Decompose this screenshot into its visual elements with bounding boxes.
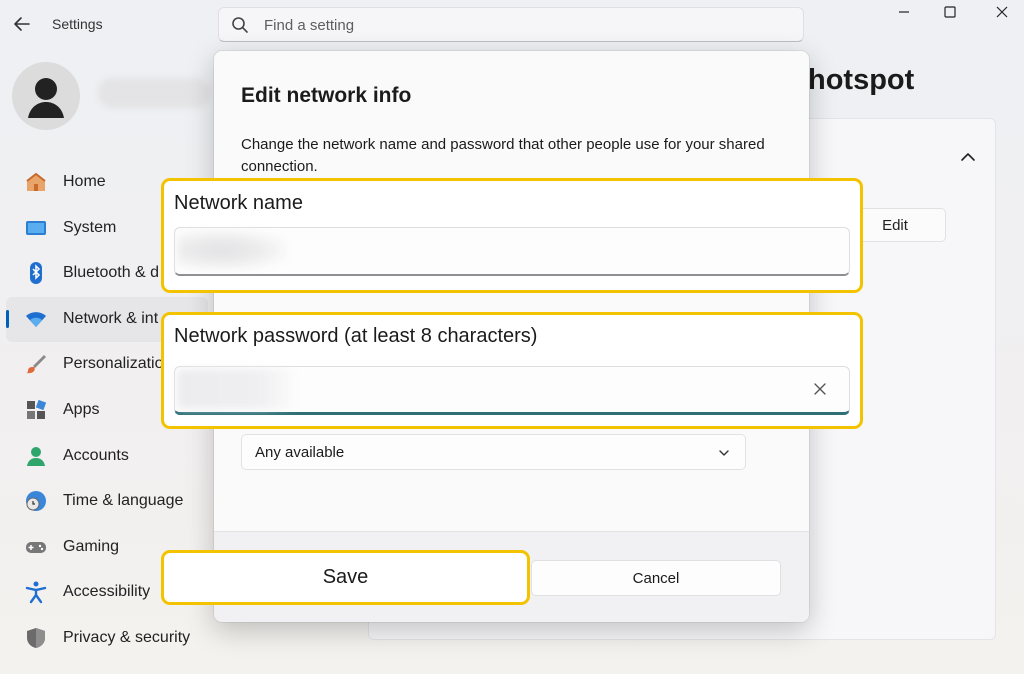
sidebar-item-label: Apps [63, 400, 100, 418]
network-name-callout: Network name [161, 178, 863, 293]
title-bar: Settings Find a setting [0, 0, 1024, 50]
accessibility-icon [24, 580, 48, 604]
system-icon [24, 216, 48, 240]
network-name-input[interactable] [174, 227, 850, 276]
app-title: Settings [52, 16, 103, 32]
bluetooth-icon [24, 261, 48, 285]
sidebar-item-label: Home [63, 173, 106, 190]
sidebar-item-label: Time & language [63, 492, 184, 510]
network-password-label: Network password (at least 8 characters) [174, 325, 538, 347]
chevron-up-icon[interactable] [955, 144, 981, 170]
home-icon [24, 170, 48, 194]
cancel-button[interactable]: Cancel [531, 560, 781, 596]
sidebar-item-label: Personalizatio [63, 355, 164, 373]
apps-icon [24, 398, 48, 422]
time-language-icon [24, 489, 48, 513]
sidebar-item-privacy[interactable]: Privacy & security [0, 616, 214, 662]
sidebar-item-label: Gaming [63, 537, 120, 555]
search-icon [231, 16, 249, 34]
chevron-down-icon [717, 446, 731, 460]
search-placeholder: Find a setting [264, 17, 355, 34]
back-arrow-icon[interactable] [10, 12, 34, 36]
network-band-select[interactable]: Any available [241, 434, 746, 470]
sidebar-item-label: Accessibility [63, 583, 151, 601]
sidebar-item-time-language[interactable]: Time & language [0, 479, 214, 525]
selection-indicator [6, 309, 9, 328]
network-name-label: Network name [174, 192, 303, 214]
network-band-value: Any available [255, 444, 345, 461]
sidebar-item-label: Bluetooth & d [63, 264, 160, 282]
save-button[interactable]: Save [161, 550, 530, 605]
sidebar-item-label: Network & int [63, 309, 159, 327]
dialog-title: Edit network info [241, 84, 412, 107]
network-password-input[interactable] [174, 366, 850, 415]
avatar[interactable] [12, 62, 80, 130]
wifi-icon [24, 307, 48, 331]
clear-icon[interactable] [811, 380, 829, 398]
shield-icon [24, 626, 48, 650]
maximize-icon[interactable] [930, 4, 970, 26]
redacted-user-name [98, 78, 210, 108]
sidebar-item-accounts[interactable]: Accounts [0, 434, 214, 480]
sidebar-item-label: Privacy & security [63, 628, 191, 646]
search-box[interactable]: Find a setting [218, 7, 804, 42]
close-icon[interactable] [982, 4, 1022, 26]
redacted-network-password [177, 369, 297, 409]
sidebar-item-label: System [63, 218, 117, 236]
dialog-description: Change the network name and password tha… [241, 136, 765, 175]
minimize-icon[interactable] [884, 4, 924, 26]
accounts-icon [24, 444, 48, 468]
brush-icon [24, 352, 48, 376]
redacted-network-name [177, 230, 287, 270]
sidebar-item-label: Accounts [63, 446, 129, 464]
page-title: hotspot [808, 64, 915, 96]
save-button-label: Save [322, 566, 369, 588]
network-password-callout: Network password (at least 8 characters) [161, 312, 863, 429]
gamepad-icon [24, 535, 48, 559]
